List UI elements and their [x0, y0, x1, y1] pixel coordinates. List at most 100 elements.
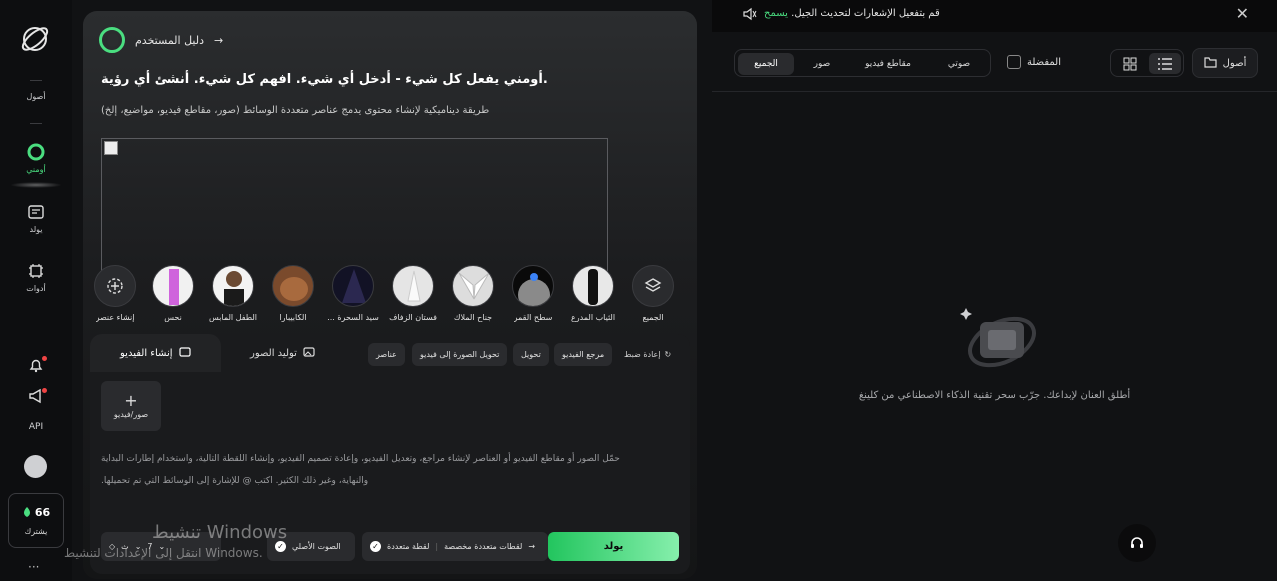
allow-link[interactable]: يسمح: [764, 8, 788, 19]
video-icon: [178, 346, 191, 361]
user-guide-link[interactable]: دليل المستخدم →: [99, 27, 223, 53]
generate-button[interactable]: يولد: [548, 532, 679, 561]
credits-box[interactable]: 66 يشترك: [8, 493, 64, 548]
leaf-icon: [23, 507, 30, 517]
credits-value: 66: [34, 505, 51, 519]
chip-capybara[interactable]: الكابيبارا: [263, 265, 323, 322]
chip-thumb: [272, 265, 314, 307]
notification-dot: [42, 388, 47, 393]
more-icon[interactable]: ···: [28, 560, 39, 574]
app-logo-icon[interactable]: [18, 22, 52, 56]
left-sidebar: أصول أومني يولد أدوات API 66 يشترك ···: [0, 0, 72, 581]
favorites-checkbox[interactable]: المفضلة: [1007, 55, 1061, 69]
chip-all[interactable]: الجميع: [623, 265, 683, 322]
tab-image[interactable]: توليد الصور: [250, 334, 315, 372]
notification-dot: [42, 356, 47, 361]
windows-watermark-title: تنشيط Windows: [152, 522, 288, 543]
multishot-select[interactable]: ✓ لقطة متعددة | لقطات متعددة مخصصة →: [362, 532, 548, 561]
hint-line: والنهاية، وغير ذلك الكثير. اكتب @ للإشار…: [101, 476, 369, 486]
reset-button[interactable]: إعادة ضبط ↻: [624, 343, 671, 366]
filter-images[interactable]: صور: [797, 53, 847, 75]
generate-label: يولد: [603, 541, 624, 552]
folder-icon: [1204, 56, 1217, 71]
checkbox[interactable]: [1007, 55, 1021, 69]
refresh-icon: ↻: [664, 350, 672, 359]
assets-toolbar: الجميع صور مقاطع فيديو صوتي المفضلة أصول: [712, 32, 1277, 92]
prompt-input[interactable]: حمّل الصور أو مقاطع الفيديو أو العناصر ل…: [101, 448, 661, 492]
sidebar-item-assets[interactable]: أصول: [0, 82, 72, 101]
pill-transform[interactable]: تحويل: [513, 343, 549, 366]
filter-videos[interactable]: مقاطع فيديو: [851, 53, 925, 75]
grid-view-icon[interactable]: [1114, 53, 1146, 74]
plus-icon: +: [124, 390, 138, 410]
chip-label: نحس: [164, 313, 182, 322]
chip-label: فستان الزفاف: [389, 313, 437, 322]
chip-angel-wings[interactable]: جناح الملاك: [443, 265, 503, 322]
tab-video[interactable]: إنشاء الفيديو: [90, 334, 221, 372]
audio-label: الصوت الأصلي: [292, 542, 341, 551]
preview-image: [101, 138, 608, 278]
upload-media-button[interactable]: + صور/فيديو: [101, 381, 161, 431]
assets-pane: قم بتفعيل الإشعارات لتحديث الجيل. يسمح ✕…: [712, 0, 1277, 581]
chip-create-element[interactable]: إنشاء عنصر: [85, 265, 145, 322]
sidebar-item-api[interactable]: API: [0, 422, 72, 432]
arrow-right-icon: →: [213, 33, 224, 47]
generate-icon: [27, 203, 45, 221]
filter-tabs: الجميع صور مقاطع فيديو صوتي: [734, 49, 991, 77]
chip-thumb: [452, 265, 494, 307]
filter-label: صور: [813, 59, 831, 69]
chip-label: الثياب المدرع: [570, 313, 616, 322]
sidebar-item-label: أدوات: [26, 284, 46, 293]
view-toggle: [1110, 49, 1184, 77]
pill-label: عناصر: [376, 350, 397, 359]
element-chips: الجميع الثياب المدرع سطح القمر جناح المل…: [94, 265, 683, 325]
sidebar-item-generate[interactable]: يولد: [0, 203, 72, 234]
chip-dressed-child[interactable]: الطفل المابس: [203, 265, 263, 322]
notice-text-wrap: قم بتفعيل الإشعارات لتحديث الجيل. يسمح: [764, 8, 940, 19]
chip-nahs[interactable]: نحس: [143, 265, 203, 322]
sidebar-item-label: أومني: [26, 165, 46, 174]
layers-icon: [632, 265, 674, 307]
chip-thumb: [572, 265, 614, 307]
list-view-icon[interactable]: [1149, 53, 1181, 74]
filter-all[interactable]: الجميع: [738, 53, 794, 75]
pill-label: تحويل: [521, 350, 541, 359]
notifications-button[interactable]: [0, 356, 72, 378]
chip-wedding-dress[interactable]: فستان الزفاف: [383, 265, 443, 322]
filter-audio[interactable]: صوتي: [931, 53, 987, 75]
chip-label: الكابيبارا: [279, 313, 307, 322]
mode-tabs: إنشاء الفيديو توليد الصور عناصر تحويل ال…: [90, 334, 690, 374]
page-title: أومني يفعل كل شيء - أدخل أي شيء. افهم كل…: [101, 72, 548, 87]
guide-label: دليل المستخدم: [135, 33, 204, 47]
arrow-icon: →: [528, 542, 536, 551]
pill-label: مرجع الفيديو: [562, 350, 605, 359]
chip-wizard[interactable]: ... سيد السحرة: [323, 265, 383, 322]
support-headset-icon[interactable]: [1118, 524, 1156, 562]
check-icon: ✓: [370, 541, 381, 552]
pill-image-to-video[interactable]: تحويل الصورة إلى فيديو: [412, 343, 508, 366]
mute-icon: [743, 7, 757, 21]
chip-label: الطفل المابس: [208, 313, 258, 322]
omni-icon: [27, 143, 45, 161]
pill-elements[interactable]: عناصر: [368, 343, 405, 366]
close-icon[interactable]: ✕: [1236, 4, 1249, 23]
sidebar-item-label: API: [28, 422, 44, 432]
omni-card: دليل المستخدم → أومني يفعل كل شيء - أدخل…: [83, 11, 697, 579]
avatar[interactable]: [24, 455, 47, 478]
assets-button[interactable]: أصول: [1192, 48, 1258, 78]
multishot-custom-label: لقطات متعددة مخصصة: [444, 542, 523, 551]
windows-watermark-subtitle: انتقل إلى الإعدادات لتنشيط Windows.: [64, 546, 263, 560]
sidebar-item-omni[interactable]: أومني: [0, 143, 72, 174]
chip-armor[interactable]: الثياب المدرع: [563, 265, 623, 322]
reset-label: إعادة ضبط: [624, 350, 661, 359]
pill-video-reference[interactable]: مرجع الفيديو: [554, 343, 613, 366]
chip-label: سطح القمر: [513, 313, 553, 322]
divider: [30, 123, 42, 124]
announcements-button[interactable]: [0, 387, 72, 409]
chip-moon[interactable]: سطح القمر: [503, 265, 563, 322]
chip-label: جناح الملاك: [453, 313, 493, 322]
create-element-icon: [94, 265, 136, 307]
hint-line: حمّل الصور أو مقاطع الفيديو أو العناصر ل…: [101, 454, 620, 464]
sidebar-item-tools[interactable]: أدوات: [0, 262, 72, 293]
chip-label: الجميع: [642, 313, 664, 322]
